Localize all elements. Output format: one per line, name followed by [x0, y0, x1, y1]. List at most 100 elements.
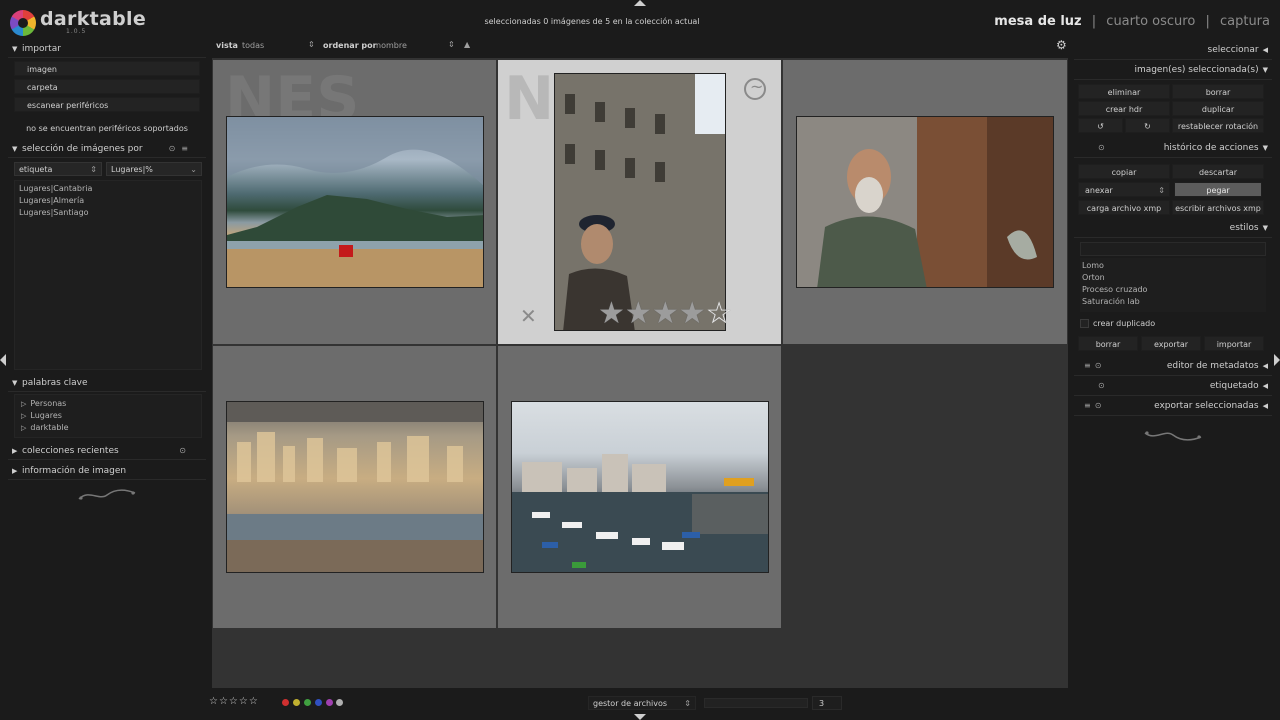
create-duplicate-checkbox[interactable] [1080, 319, 1089, 328]
module-tagging-header[interactable]: ⊙ etiquetado ◀ [1074, 376, 1272, 396]
gear-icon[interactable]: ⚙ [1056, 38, 1067, 52]
expander-icon[interactable]: ▷ [21, 400, 26, 408]
star-icon[interactable]: ★ [679, 296, 706, 331]
reset-icon[interactable]: ⊙ [179, 446, 192, 455]
tree-item[interactable]: ▷ Personas [21, 398, 195, 410]
list-item[interactable]: Lugares|Cantabria [19, 183, 197, 195]
sort-select[interactable]: nombre [376, 41, 407, 50]
module-select-header[interactable]: seleccionar ◀ [1074, 40, 1272, 60]
thumbnail-marina-boats[interactable] [511, 401, 769, 573]
module-info-header[interactable]: ▶ información de imagen [8, 462, 206, 480]
thumbnail-cell-4[interactable] [213, 346, 496, 628]
star-icon[interactable]: ★ [652, 296, 679, 331]
presets-icon[interactable]: ≡ [1084, 361, 1095, 370]
view-darkroom[interactable]: cuarto oscuro [1106, 14, 1195, 29]
list-item[interactable]: Lomo [1082, 260, 1264, 272]
grey-label-icon[interactable] [336, 699, 344, 706]
module-export-header[interactable]: ≡⊙ exportar seleccionadas ◀ [1074, 396, 1272, 416]
scan-devices-button[interactable]: escanear periféricos [14, 97, 200, 112]
module-import-header[interactable]: ▼ importar [8, 40, 206, 58]
reset-icon[interactable]: ⊙ [1095, 361, 1106, 370]
list-item[interactable]: Lugares|Almería [19, 195, 197, 207]
green-label-icon[interactable] [303, 699, 311, 706]
altered-image-icon[interactable] [744, 77, 766, 100]
star-filter[interactable]: ☆☆☆☆☆ [209, 696, 259, 707]
thumbnail-cell-2[interactable]: N ✕ ★★★★☆ [498, 60, 781, 344]
list-item[interactable]: Orton [1082, 272, 1264, 284]
styles-import-button[interactable]: importar [1204, 336, 1264, 351]
presets-icon[interactable]: ≡ [181, 144, 194, 153]
module-metadata-header[interactable]: ≡⊙ editor de metadatos ◀ [1074, 356, 1272, 376]
create-duplicate-row[interactable]: crear duplicado [1080, 316, 1266, 332]
module-title: seleccionar [1207, 45, 1259, 55]
module-selected-images-header[interactable]: imagen(es) seleccionada(s) ▼ [1074, 60, 1272, 80]
star-empty-icon[interactable]: ☆ [706, 296, 733, 331]
thumbnail-cell-3[interactable] [783, 60, 1067, 344]
rotate-ccw-button[interactable]: ↺ [1078, 118, 1123, 133]
red-label-icon[interactable] [282, 699, 289, 706]
collapse-right-arrow-icon[interactable] [1274, 354, 1280, 366]
zoom-slider[interactable] [704, 698, 808, 708]
blue-label-icon[interactable] [314, 699, 322, 706]
star-icon[interactable]: ★ [625, 296, 652, 331]
paste-mode-select[interactable]: anexar ⇕ [1078, 182, 1170, 197]
lighttable-grid[interactable]: NES N ✕ ★★★★☆ [212, 58, 1068, 688]
module-keywords-header[interactable]: ▼ palabras clave [8, 374, 206, 392]
list-item[interactable]: Proceso cruzado [1082, 284, 1264, 296]
star-rating[interactable]: ★★★★☆ [598, 296, 733, 331]
tree-item[interactable]: ▷ Lugares [21, 410, 195, 422]
reset-icon[interactable]: ⊙ [1098, 381, 1109, 390]
load-xmp-button[interactable]: carga archivo xmp [1078, 200, 1170, 215]
styles-export-button[interactable]: exportar [1141, 336, 1201, 351]
reset-icon[interactable]: ⊙ [169, 144, 182, 153]
thumbnail-cell-5[interactable] [498, 346, 781, 628]
collect-rule-input[interactable]: Lugares|% ⌄ [106, 162, 202, 176]
reset-icon[interactable]: ⊙ [1095, 401, 1106, 410]
tree-item[interactable]: ▷ darktable [21, 422, 195, 434]
collect-property-select[interactable]: etiqueta ⇕ [14, 162, 102, 176]
delete-button[interactable]: borrar [1172, 84, 1264, 99]
module-styles-header[interactable]: estilos ▼ [1074, 218, 1272, 238]
paste-button[interactable]: pegar [1174, 182, 1262, 197]
module-history-header[interactable]: ⊙ histórico de acciones ▼ [1074, 138, 1272, 158]
purple-label-icon[interactable] [325, 699, 333, 706]
view-filter-select[interactable]: todas [242, 41, 264, 50]
styles-search-input[interactable] [1080, 242, 1266, 256]
layout-mode-select[interactable]: gestor de archivos ⇕ [588, 696, 696, 710]
import-folder-button[interactable]: carpeta [14, 79, 200, 94]
collapse-top-arrow-icon[interactable] [634, 0, 646, 6]
thumbnail-old-man-cathedral[interactable] [554, 73, 726, 331]
module-header-icons: ⊙ [1084, 138, 1109, 158]
expander-icon[interactable]: ▷ [21, 424, 26, 432]
module-collect-header[interactable]: ▼ selección de imágenes por ⊙≡ [8, 140, 206, 158]
view-lighttable[interactable]: mesa de luz [994, 14, 1081, 29]
reject-icon[interactable]: ✕ [520, 304, 537, 328]
write-xmp-button[interactable]: escribir archivos xmp [1172, 200, 1264, 215]
list-item[interactable]: Lugares|Santiago [19, 207, 197, 219]
thumbnail-beach-mountain[interactable] [226, 116, 484, 288]
sort-direction-icon[interactable]: ▲ [464, 40, 470, 49]
import-image-button[interactable]: imagen [14, 61, 200, 76]
copy-button[interactable]: copiar [1078, 164, 1170, 179]
thumbnail-bearded-man-door[interactable] [796, 116, 1054, 288]
expander-icon[interactable]: ▷ [21, 412, 26, 420]
create-hdr-button[interactable]: crear hdr [1078, 101, 1170, 116]
list-item[interactable]: Saturación lab [1082, 296, 1264, 308]
star-icon[interactable]: ★ [598, 296, 625, 331]
module-recent-header[interactable]: ▶ colecciones recientes ⊙ [8, 442, 206, 460]
thumbnail-city-harbor[interactable] [226, 401, 484, 573]
collapse-bottom-arrow-icon[interactable] [634, 714, 646, 720]
reset-icon[interactable]: ⊙ [1098, 143, 1109, 152]
view-capture[interactable]: captura [1220, 14, 1270, 29]
yellow-label-icon[interactable] [292, 699, 300, 706]
rotate-cw-button[interactable]: ↻ [1125, 118, 1170, 133]
presets-icon[interactable]: ≡ [1084, 401, 1095, 410]
reset-rotation-button[interactable]: restablecer rotación [1172, 118, 1264, 133]
collapse-left-arrow-icon[interactable] [0, 354, 6, 366]
zoom-entry[interactable]: 3 [812, 696, 842, 710]
styles-delete-button[interactable]: borrar [1078, 336, 1138, 351]
thumbnail-cell-1[interactable]: NES [213, 60, 496, 344]
remove-button[interactable]: eliminar [1078, 84, 1170, 99]
discard-button[interactable]: descartar [1172, 164, 1264, 179]
duplicate-button[interactable]: duplicar [1172, 101, 1264, 116]
